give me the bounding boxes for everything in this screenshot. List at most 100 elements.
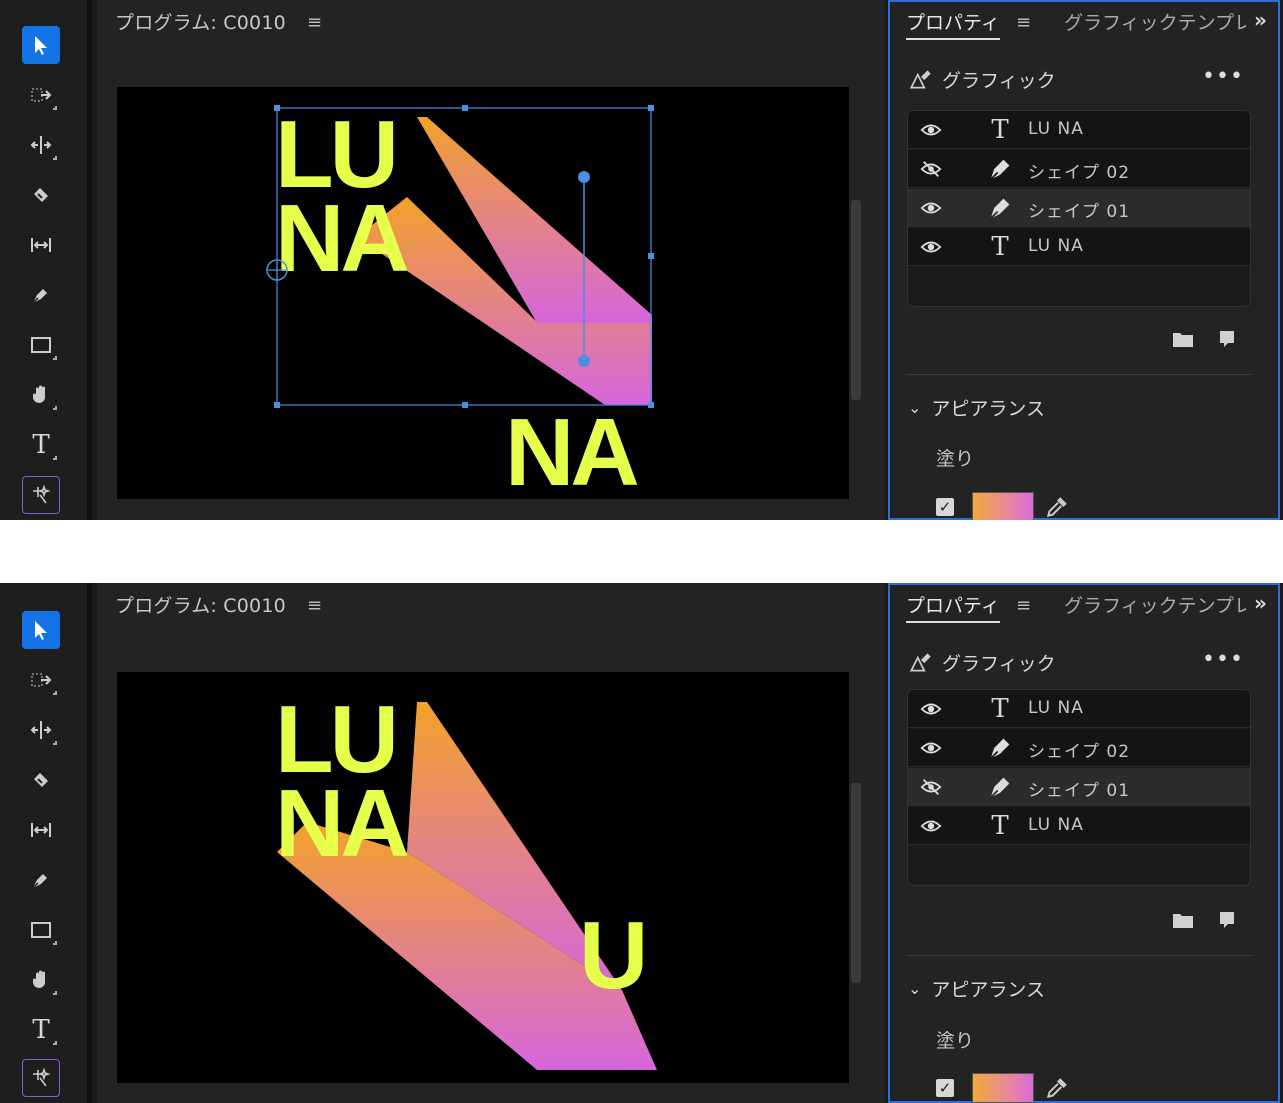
essential-graphics-tool-button[interactable]	[22, 1059, 60, 1097]
fill-color-swatch[interactable]	[972, 1073, 1034, 1103]
chevron-double-right-icon[interactable]: »	[1254, 591, 1267, 615]
video-canvas[interactable]: LU NA U	[117, 672, 849, 1083]
pen-layer-icon	[990, 198, 1010, 220]
monitor-scrollbar[interactable]	[851, 200, 861, 400]
eye-icon[interactable]	[920, 198, 942, 218]
screenshot-bottom: T プログラム: C0010 ≡ LU NA U プロパティ ≡ グラフィックテ…	[0, 583, 1283, 1103]
layer-row[interactable]: T LU NA	[908, 228, 1250, 266]
pen-tool-button[interactable]	[22, 276, 60, 314]
layer-name: シェイプ 02	[1028, 742, 1131, 762]
layer-row[interactable]: T LU NA	[908, 111, 1250, 149]
layer-row[interactable]: シェイプ 02	[908, 150, 1250, 188]
layer-row[interactable]: シェイプ 02	[908, 729, 1250, 767]
program-monitor-title: プログラム: C0010	[115, 12, 286, 34]
hamburger-icon[interactable]: ≡	[1016, 595, 1031, 616]
type-tool-button[interactable]: T	[22, 426, 60, 464]
layer-name: シェイプ 02	[1028, 163, 1131, 183]
hamburger-icon[interactable]: ≡	[307, 12, 322, 33]
tab-properties[interactable]: プロパティ	[906, 8, 1000, 40]
chevron-double-right-icon[interactable]: »	[1254, 8, 1267, 32]
eye-icon[interactable]	[920, 120, 942, 140]
chevron-down-icon[interactable]: ⌄	[908, 979, 921, 998]
fill-color-swatch[interactable]	[972, 492, 1034, 520]
canvas-text-na[interactable]: NA	[275, 770, 411, 877]
eyedropper-icon[interactable]	[1044, 494, 1070, 520]
layer-row[interactable]: T LU NA	[908, 690, 1250, 728]
eye-icon[interactable]	[920, 738, 942, 758]
essential-graphics-tool-button[interactable]	[22, 476, 60, 514]
rectangle-tool-button[interactable]	[22, 326, 60, 364]
gradient-end-handle[interactable]	[578, 355, 590, 367]
canvas-text-u-lower[interactable]: U	[579, 902, 648, 1009]
slip-tool-button[interactable]	[22, 226, 60, 264]
eye-hidden-icon[interactable]	[920, 159, 942, 179]
type-tool-button[interactable]: T	[22, 1011, 60, 1049]
razor-icon	[34, 773, 48, 787]
selection-tool-button[interactable]	[22, 26, 60, 64]
appearance-section-header[interactable]: ⌄ アピアランス	[908, 394, 1045, 421]
graphic-section-title: グラフィック	[942, 69, 1056, 92]
pen-icon	[32, 874, 47, 889]
track-select-tool-button[interactable]	[22, 76, 60, 114]
new-layer-icon[interactable]	[1216, 330, 1238, 348]
chevron-down-icon[interactable]: ⌄	[908, 398, 921, 417]
folder-icon[interactable]	[1172, 911, 1194, 929]
more-options-icon[interactable]: •••	[1202, 64, 1244, 89]
text-layer-icon: T	[991, 232, 1009, 262]
canvas-text-na[interactable]: NA	[275, 185, 411, 292]
shapes-icon	[909, 653, 931, 672]
slip-icon	[31, 238, 51, 252]
pen-tool-button[interactable]	[22, 861, 60, 899]
more-options-icon[interactable]: •••	[1202, 647, 1244, 672]
layer-name: LU NA	[1028, 119, 1084, 139]
rectangle-tool-button[interactable]	[22, 911, 60, 949]
rectangle-icon	[31, 922, 51, 938]
tab-graphics-template[interactable]: グラフィックテンプレート	[1064, 8, 1246, 35]
razor-tool-button[interactable]	[22, 176, 60, 214]
slip-tool-button[interactable]	[22, 811, 60, 849]
graphic-section-header: グラフィック	[908, 64, 1056, 94]
layer-name: LU NA	[1028, 698, 1084, 718]
shapes-icon	[909, 70, 931, 89]
layer-list: T LU NA シェイプ 02 シェイプ 01 T LU NA	[907, 689, 1251, 886]
type-tool-icon: T	[32, 430, 50, 460]
layer-name: LU NA	[1028, 236, 1084, 256]
monitor-scrollbar[interactable]	[851, 783, 861, 983]
eye-icon[interactable]	[920, 237, 942, 257]
appearance-section-header[interactable]: ⌄ アピアランス	[908, 975, 1045, 1002]
canvas-graphic: LU NA NA	[266, 101, 654, 499]
video-canvas[interactable]: LU NA NA	[117, 87, 849, 499]
track-select-tool-button[interactable]	[22, 661, 60, 699]
canvas-text-na-lower[interactable]: NA	[505, 399, 641, 499]
sparkle-transform-icon	[33, 1067, 51, 1087]
hand-tool-button[interactable]	[22, 961, 60, 999]
text-layer-icon: T	[991, 115, 1009, 145]
properties-panel: プロパティ ≡ グラフィックテンプレート » グラフィック ••• T LU N…	[888, 0, 1280, 520]
ripple-edit-tool-button[interactable]	[22, 711, 60, 749]
gradient-start-handle[interactable]	[578, 171, 590, 183]
folder-icon[interactable]	[1172, 330, 1194, 348]
pen-layer-icon	[990, 159, 1010, 181]
eye-icon[interactable]	[920, 816, 942, 836]
eyedropper-icon[interactable]	[1044, 1075, 1070, 1101]
tab-graphics-template[interactable]: グラフィックテンプレート	[1064, 591, 1246, 618]
layer-row[interactable]: T LU NA	[908, 807, 1250, 845]
fill-checkbox[interactable]: ✓	[936, 498, 954, 516]
selection-tool-button[interactable]	[22, 611, 60, 649]
hamburger-icon[interactable]: ≡	[307, 595, 322, 616]
eye-hidden-icon[interactable]	[920, 777, 942, 797]
new-layer-icon[interactable]	[1216, 911, 1238, 929]
tools-panel: T	[0, 583, 92, 1103]
appearance-title: アピアランス	[931, 979, 1046, 1001]
layer-row[interactable]: シェイプ 01	[908, 768, 1250, 806]
hand-tool-button[interactable]	[22, 376, 60, 414]
layer-row[interactable]: シェイプ 01	[908, 189, 1250, 227]
tab-properties[interactable]: プロパティ	[906, 591, 1000, 623]
eye-icon[interactable]	[920, 699, 942, 719]
razor-tool-button[interactable]	[22, 761, 60, 799]
track-select-icon	[31, 673, 52, 687]
fill-checkbox[interactable]: ✓	[936, 1079, 954, 1097]
hamburger-icon[interactable]: ≡	[1016, 12, 1031, 33]
ripple-edit-tool-button[interactable]	[22, 126, 60, 164]
graphic-section-header: グラフィック	[908, 647, 1056, 677]
